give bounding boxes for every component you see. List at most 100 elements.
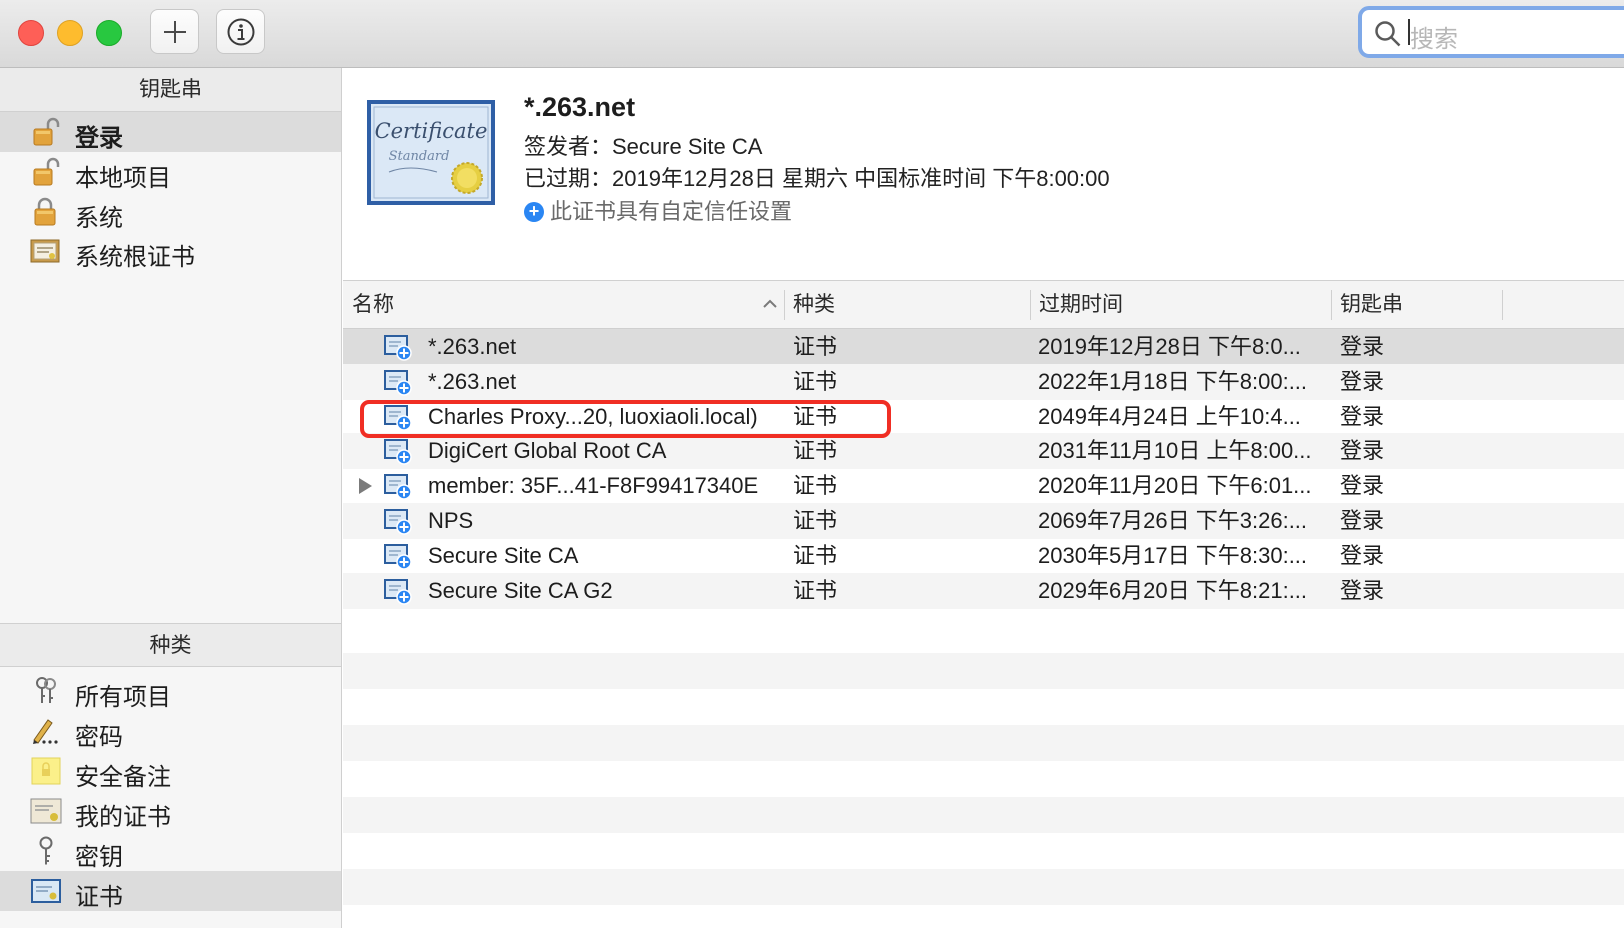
row-kind: 证书 bbox=[793, 473, 838, 499]
certificate-icon bbox=[384, 335, 412, 361]
empty-stripe bbox=[343, 653, 1624, 689]
row-kind: 证书 bbox=[793, 508, 838, 533]
table-row[interactable]: NPS 证书 2069年7月26日 下午3:26:... 登录 bbox=[343, 503, 1624, 539]
row-expires: 2069年7月26日 下午3:26:... bbox=[1038, 508, 1308, 533]
disclosure-triangle-icon[interactable] bbox=[359, 478, 372, 495]
certificate-expiry: 已过期：2019年12月28日 星期六 中国标准时间 下午8:00:00 bbox=[524, 166, 1110, 191]
plus-icon bbox=[163, 20, 186, 43]
table-row[interactable]: *.263.net 证书 2022年1月18日 下午8:00:... 登录 bbox=[343, 363, 1624, 400]
lock-open-icon bbox=[33, 157, 60, 186]
row-kind: 证书 bbox=[793, 368, 838, 394]
column-header-name[interactable]: 名称 bbox=[343, 281, 783, 329]
keychains-header: 钥匙串 bbox=[0, 68, 341, 112]
sidebar-item-system[interactable]: 系统 bbox=[0, 192, 341, 232]
certificate-icon bbox=[30, 798, 62, 824]
sidebar: 钥匙串 登录 本地项目 系统 系统根证书 种类 所有项目 密码 安全备注 我的证… bbox=[0, 68, 342, 928]
sidebar-item-certificates[interactable]: 证书 bbox=[0, 871, 341, 911]
row-name: *.263.net bbox=[428, 368, 517, 394]
lock-closed-icon bbox=[34, 197, 56, 226]
table-header: 名称 种类 过期时间 钥匙串 bbox=[343, 280, 1624, 329]
lock-open-icon bbox=[33, 117, 60, 146]
row-name: Secure Site CA bbox=[428, 542, 579, 568]
sidebar-item-login[interactable]: 登录 bbox=[0, 112, 341, 152]
sidebar-item-keys[interactable]: 密钥 bbox=[0, 831, 341, 871]
column-separator bbox=[1502, 290, 1503, 320]
certificate-icon bbox=[384, 439, 412, 466]
svg-text:Certificate: Certificate bbox=[375, 119, 488, 143]
row-name: member: 35F...41-F8F99417340E bbox=[428, 473, 759, 499]
certificate-icon bbox=[384, 369, 412, 396]
plus-badge-icon: + bbox=[524, 202, 544, 222]
key-icon bbox=[39, 836, 53, 865]
row-expires: 2030年5月17日 下午8:30:... bbox=[1038, 542, 1308, 568]
row-keychain: 登录 bbox=[1340, 403, 1385, 429]
sidebar-item-label: 系统根证书 bbox=[75, 244, 195, 271]
column-header-kind[interactable]: 种类 bbox=[784, 281, 1029, 329]
close-window-button[interactable] bbox=[18, 20, 44, 46]
row-name: DigiCert Global Root CA bbox=[428, 438, 667, 464]
svg-text:Standard: Standard bbox=[389, 149, 450, 164]
certificate-icon bbox=[384, 543, 412, 570]
search-placeholder: 搜索 bbox=[1410, 26, 1458, 53]
row-expires: 2022年1月18日 下午8:00:... bbox=[1038, 368, 1308, 394]
highlight-annotation bbox=[360, 400, 891, 438]
empty-stripe bbox=[343, 725, 1624, 761]
toolbar: 搜索 bbox=[0, 0, 1624, 68]
row-keychain: 登录 bbox=[1340, 368, 1385, 394]
row-keychain: 登录 bbox=[1340, 438, 1385, 464]
sidebar-item-secure-notes[interactable]: 安全备注 bbox=[0, 751, 341, 791]
add-item-button[interactable] bbox=[150, 9, 199, 54]
sidebar-item-my-certificates[interactable]: 我的证书 bbox=[0, 791, 341, 831]
sidebar-item-local-items[interactable]: 本地项目 bbox=[0, 152, 341, 192]
keys-icon bbox=[36, 677, 56, 703]
row-expires: 2019年12月28日 下午8:0... bbox=[1038, 334, 1301, 359]
sort-ascending-icon bbox=[763, 299, 777, 308]
row-name: *.263.net bbox=[428, 334, 517, 359]
table-row[interactable]: *.263.net 证书 2019年12月28日 下午8:0... 登录 bbox=[343, 329, 1624, 365]
certificates-table: 名称 种类 过期时间 钥匙串 *.263.net 证书 2019年12月28日 下午… bbox=[343, 280, 1624, 928]
zoom-window-button[interactable] bbox=[96, 20, 122, 46]
table-row[interactable]: Secure Site CA G2 证书 2029年6月20日 下午8:21:...… bbox=[343, 572, 1624, 609]
certificate-icon bbox=[384, 509, 412, 535]
empty-stripe bbox=[343, 869, 1624, 905]
row-expires: 2029年6月20日 下午8:21:... bbox=[1038, 577, 1308, 603]
note-icon bbox=[31, 757, 61, 785]
sidebar-item-label: 系统 bbox=[75, 205, 123, 232]
trust-settings-note: + 此证书具有自定信任设置 bbox=[524, 194, 792, 226]
row-kind: 证书 bbox=[793, 438, 838, 464]
search-field[interactable]: 搜索 bbox=[1358, 6, 1624, 58]
row-kind: 证书 bbox=[793, 334, 838, 359]
sidebar-item-label: 登录 bbox=[75, 125, 123, 152]
pencil-dots-icon bbox=[33, 719, 58, 744]
certificate-icon bbox=[31, 879, 61, 903]
row-expires: 2031年11月10日 上午8:00... bbox=[1038, 438, 1312, 464]
row-keychain: 登录 bbox=[1340, 577, 1385, 603]
sidebar-item-label: 密码 bbox=[75, 724, 123, 751]
row-keychain: 登录 bbox=[1340, 334, 1385, 359]
certificate-cabinet-icon bbox=[30, 239, 60, 263]
certificate-icon bbox=[384, 474, 412, 500]
sidebar-item-all-items[interactable]: 所有项目 bbox=[0, 671, 341, 711]
sidebar-item-label: 本地项目 bbox=[75, 165, 171, 192]
sidebar-item-label: 我的证书 bbox=[75, 804, 171, 831]
table-row[interactable]: DigiCert Global Root CA 证书 2031年11月10日 上午8… bbox=[343, 433, 1624, 470]
sidebar-item-passwords[interactable]: 密码 bbox=[0, 711, 341, 751]
row-kind: 证书 bbox=[793, 542, 838, 568]
category-header: 种类 bbox=[0, 623, 341, 667]
column-header-expires[interactable]: 过期时间 bbox=[1030, 281, 1330, 329]
table-row[interactable]: Secure Site CA 证书 2030年5月17日 下午8:30:... 登录 bbox=[343, 538, 1624, 574]
trust-settings-text: 此证书具有自定信任设置 bbox=[550, 199, 793, 224]
row-kind: 证书 bbox=[793, 577, 838, 603]
row-expires: 2049年4月24日 上午10:4... bbox=[1038, 403, 1301, 429]
search-icon bbox=[1375, 21, 1401, 47]
sidebar-item-system-roots[interactable]: 系统根证书 bbox=[0, 231, 341, 271]
sidebar-item-label: 所有项目 bbox=[75, 684, 171, 711]
info-button[interactable] bbox=[216, 9, 265, 54]
column-header-keychain[interactable]: 钥匙串 bbox=[1331, 281, 1501, 329]
row-keychain: 登录 bbox=[1340, 542, 1385, 568]
sidebar-item-label: 证书 bbox=[75, 884, 123, 911]
minimize-window-button[interactable] bbox=[57, 20, 83, 46]
row-keychain: 登录 bbox=[1340, 473, 1385, 499]
table-row[interactable]: member: 35F...41-F8F99417340E 证书 2020年11月2… bbox=[343, 468, 1624, 504]
sidebar-item-label: 密钥 bbox=[75, 844, 123, 871]
